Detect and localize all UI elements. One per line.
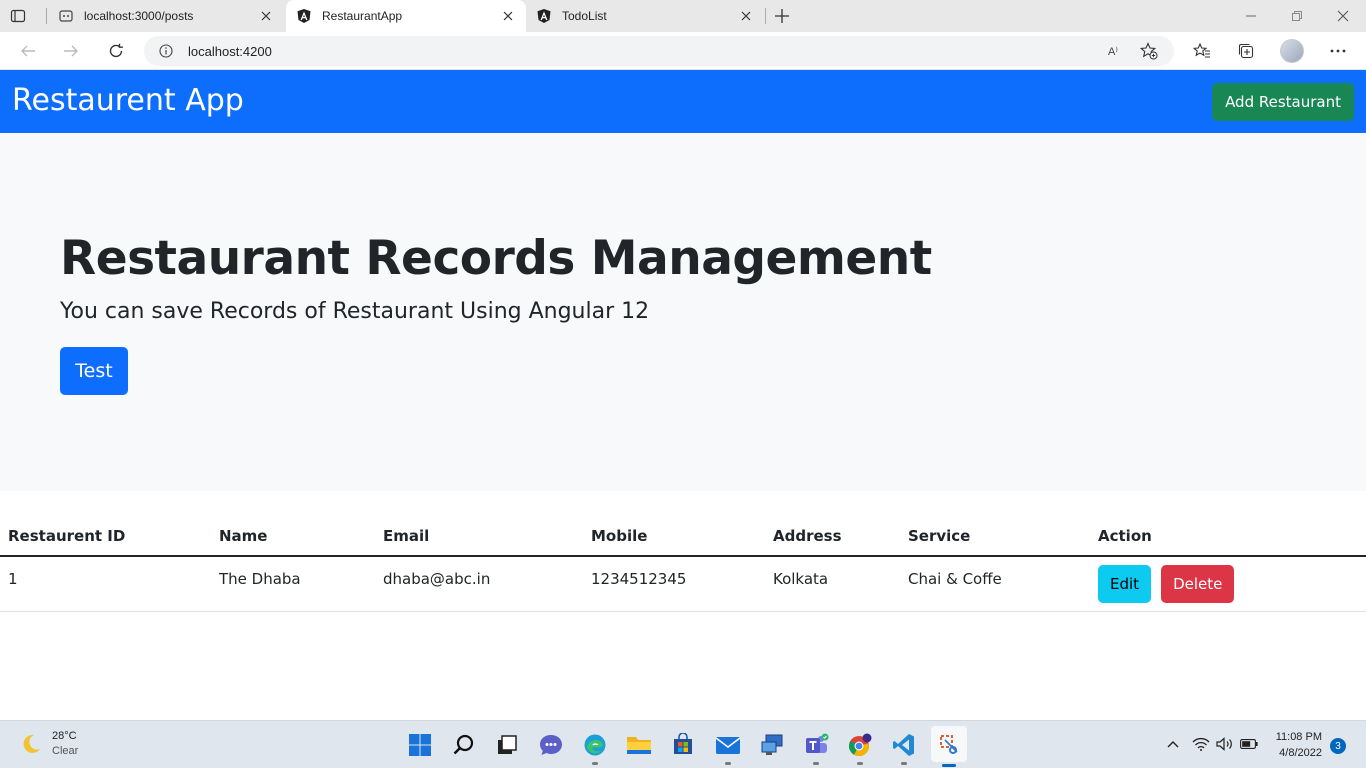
column-header-email: Email bbox=[375, 516, 583, 557]
back-icon[interactable] bbox=[17, 40, 39, 62]
close-tab-icon[interactable] bbox=[500, 8, 516, 24]
weather-condition: Clear bbox=[52, 745, 79, 757]
angular-icon bbox=[536, 8, 552, 24]
active-indicator bbox=[942, 764, 956, 767]
table-header-row: Restaurent ID Name Email Mobile Address … bbox=[0, 516, 1366, 557]
task-view-icon[interactable] bbox=[492, 730, 522, 760]
cell-name: The Dhaba bbox=[211, 556, 375, 612]
browser-toolbar: localhost:4200 A⁾ bbox=[0, 32, 1366, 70]
running-indicator bbox=[901, 762, 907, 765]
table-row: 1 The Dhaba dhaba@abc.in 1234512345 Kolk… bbox=[0, 556, 1366, 612]
profile-avatar[interactable] bbox=[1280, 39, 1304, 63]
cell-action: Edit Delete bbox=[1090, 556, 1366, 612]
close-window-icon[interactable] bbox=[1333, 6, 1353, 26]
cell-id: 1 bbox=[0, 556, 211, 612]
add-restaurant-button[interactable]: Add Restaurant bbox=[1212, 83, 1354, 121]
restore-icon[interactable] bbox=[1287, 6, 1307, 26]
tab-restaurantapp[interactable]: RestaurantApp bbox=[286, 0, 526, 32]
delete-button[interactable]: Delete bbox=[1161, 564, 1235, 603]
page-title: Restaurant Records Management bbox=[60, 231, 932, 286]
column-header-action: Action bbox=[1090, 516, 1366, 557]
taskbar: 28°C Clear 11:08 PM 4/8/2022 3 bbox=[0, 720, 1366, 768]
app-navbar: Restaurent App Add Restaurant bbox=[0, 70, 1366, 133]
search-icon[interactable] bbox=[449, 730, 479, 760]
tab-actions-icon[interactable] bbox=[10, 8, 26, 24]
snipping-tool-icon[interactable] bbox=[931, 726, 967, 767]
store-icon[interactable] bbox=[668, 730, 698, 760]
mail-icon[interactable] bbox=[713, 730, 743, 765]
weather-temp: 28°C bbox=[52, 730, 77, 742]
wifi-icon[interactable] bbox=[1192, 735, 1210, 753]
cell-address: Kolkata bbox=[765, 556, 900, 612]
tab-localhost-posts[interactable]: localhost:3000/posts bbox=[48, 0, 284, 32]
clock-date: 4/8/2022 bbox=[1279, 747, 1322, 759]
hero-section: Restaurant Records Management You can sa… bbox=[0, 133, 1366, 491]
angular-icon bbox=[296, 8, 312, 24]
read-aloud-icon[interactable]: A⁾ bbox=[1102, 40, 1124, 62]
vscode-icon[interactable] bbox=[889, 730, 919, 765]
column-header-name: Name bbox=[211, 516, 375, 557]
test-button[interactable]: Test bbox=[60, 347, 128, 395]
page-subtitle: You can save Records of Restaurant Using… bbox=[60, 299, 650, 324]
minimize-icon[interactable] bbox=[1241, 6, 1261, 26]
column-header-address: Address bbox=[765, 516, 900, 557]
tab-title: TodoList bbox=[562, 9, 607, 23]
favorites-icon[interactable] bbox=[1191, 40, 1213, 62]
globe-icon bbox=[58, 8, 74, 24]
forward-icon[interactable] bbox=[60, 40, 82, 62]
chat-icon[interactable] bbox=[536, 730, 566, 760]
address-bar[interactable]: localhost:4200 A⁾ bbox=[144, 36, 1174, 66]
chrome-icon[interactable] bbox=[845, 730, 875, 765]
browser-tab-strip: localhost:3000/posts RestaurantApp TodoL… bbox=[0, 0, 1366, 32]
remote-desktop-icon[interactable] bbox=[757, 730, 787, 760]
url-text[interactable]: localhost:4200 bbox=[188, 44, 1102, 59]
close-tab-icon[interactable] bbox=[258, 8, 274, 24]
records-table: Restaurent ID Name Email Mobile Address … bbox=[0, 516, 1366, 612]
weather-widget[interactable]: 28°C Clear bbox=[20, 729, 78, 759]
brand-title[interactable]: Restaurent App bbox=[12, 83, 244, 118]
add-favorite-icon[interactable] bbox=[1138, 40, 1160, 62]
cell-mobile: 1234512345 bbox=[583, 556, 765, 612]
clock-time: 11:08 PM bbox=[1275, 731, 1322, 743]
clock[interactable]: 11:08 PM 4/8/2022 bbox=[1268, 729, 1322, 761]
collections-icon[interactable] bbox=[1235, 40, 1257, 62]
tab-todolist[interactable]: TodoList bbox=[526, 0, 764, 32]
show-hidden-icons-icon[interactable] bbox=[1164, 735, 1182, 753]
column-header-id: Restaurent ID bbox=[0, 516, 211, 557]
running-indicator bbox=[857, 762, 863, 765]
volume-icon[interactable] bbox=[1216, 735, 1234, 753]
running-indicator bbox=[725, 762, 731, 765]
new-tab-icon[interactable] bbox=[772, 6, 792, 26]
tab-title: RestaurantApp bbox=[322, 9, 403, 23]
running-indicator bbox=[813, 762, 819, 765]
teams-icon[interactable] bbox=[801, 730, 831, 765]
cell-service: Chai & Coffe bbox=[900, 556, 1090, 612]
column-header-service: Service bbox=[900, 516, 1090, 557]
cell-email: dhaba@abc.in bbox=[375, 556, 583, 612]
edge-icon[interactable] bbox=[580, 730, 610, 765]
running-indicator bbox=[592, 762, 598, 765]
notification-badge[interactable]: 3 bbox=[1330, 738, 1346, 754]
close-tab-icon[interactable] bbox=[738, 8, 754, 24]
edit-button[interactable]: Edit bbox=[1098, 564, 1152, 603]
column-header-mobile: Mobile bbox=[583, 516, 765, 557]
tab-separator bbox=[765, 8, 766, 24]
start-icon[interactable] bbox=[405, 730, 435, 760]
file-explorer-icon[interactable] bbox=[624, 730, 654, 760]
tab-separator bbox=[46, 8, 47, 24]
moon-icon bbox=[23, 734, 40, 753]
more-options-icon[interactable] bbox=[1327, 40, 1349, 62]
site-info-icon[interactable] bbox=[158, 43, 174, 59]
refresh-icon[interactable] bbox=[105, 40, 127, 62]
battery-icon[interactable] bbox=[1240, 735, 1258, 753]
tab-title: localhost:3000/posts bbox=[84, 9, 194, 23]
